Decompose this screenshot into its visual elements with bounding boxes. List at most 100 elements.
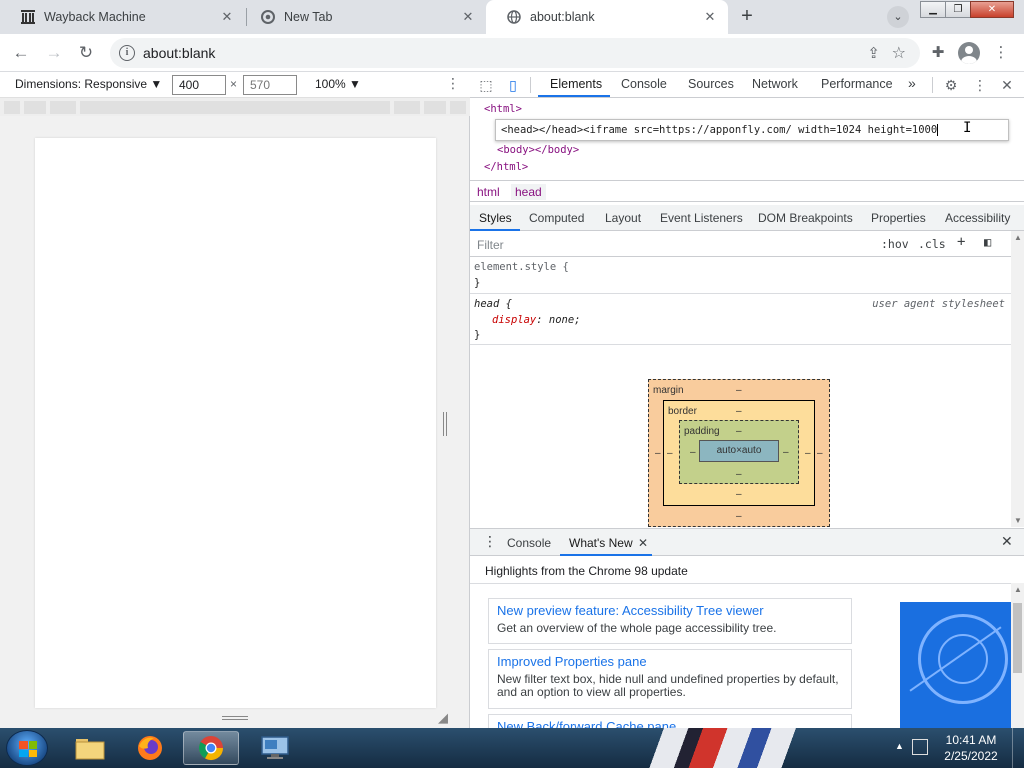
tab-event-listeners[interactable]: Event Listeners (660, 211, 743, 225)
padding-top-value[interactable]: – (736, 426, 742, 437)
media-query-bar[interactable] (0, 98, 470, 116)
resize-height-handle[interactable] (222, 716, 248, 720)
resize-width-handle[interactable] (443, 412, 447, 436)
start-button[interactable] (6, 730, 48, 766)
more-tabs-button[interactable]: » (908, 75, 916, 91)
html-edit-field[interactable]: <head></head><iframe src=https://apponfl… (495, 119, 1009, 141)
rule-property[interactable]: display: none; (492, 314, 581, 326)
margin-top-value[interactable]: – (736, 385, 742, 396)
close-devtools-icon[interactable]: ✕ (998, 76, 1016, 94)
taskbar-remote-desktop[interactable] (247, 731, 303, 765)
tab-properties[interactable]: Properties (871, 211, 926, 225)
show-desktop-button[interactable] (1012, 728, 1024, 768)
share-icon[interactable]: ⇪ (867, 44, 880, 62)
extensions-puzzle-icon[interactable]: ✚ (927, 42, 949, 64)
close-drawer-icon[interactable]: ✕ (1001, 533, 1013, 550)
resize-corner-handle[interactable]: ◢ (438, 710, 448, 726)
device-toolbar-toggle-icon[interactable]: ▯ (504, 76, 522, 94)
chrome-menu-icon[interactable]: ⋮ (990, 42, 1012, 64)
whats-new-card[interactable]: New preview feature: Accessibility Tree … (488, 598, 852, 644)
styles-scrollbar[interactable]: ▲ ▼ (1011, 231, 1024, 527)
whats-new-card[interactable]: Improved Properties pane New filter text… (488, 649, 852, 709)
margin-bottom-value[interactable]: – (736, 511, 742, 522)
settings-gear-icon[interactable]: ⚙ (942, 76, 960, 94)
devtools-more-icon[interactable]: ⋮ (971, 76, 989, 94)
tab-computed[interactable]: Computed (529, 211, 584, 225)
tab-new-tab[interactable]: New Tab ✕ (240, 0, 486, 34)
margin-left-value[interactable]: – (655, 448, 661, 459)
whats-new-card[interactable]: New Back/forward Cache pane (488, 714, 852, 729)
emulated-page[interactable] (35, 138, 436, 708)
tab-sources[interactable]: Sources (688, 77, 734, 91)
tab-styles[interactable]: Styles (479, 211, 512, 225)
address-bar[interactable]: i about:blank ⇪ ☆ (110, 38, 920, 68)
drawer-menu-icon[interactable]: ⋮ (483, 533, 497, 550)
tab-about-blank[interactable]: about:blank ✕ (486, 0, 728, 34)
tab-performance[interactable]: Performance (821, 77, 893, 91)
class-toggle[interactable]: .cls (918, 237, 946, 251)
clock-time[interactable]: 10:41 AM (939, 733, 1003, 747)
close-tab-icon[interactable]: ✕ (702, 9, 718, 25)
drawer-tab-whats-new[interactable]: What's New (569, 536, 633, 550)
network-icon[interactable] (912, 739, 928, 755)
zoom-dropdown[interactable]: 100% ▼ (315, 77, 361, 91)
taskbar-firefox[interactable] (122, 731, 178, 765)
tab-wayback-machine[interactable]: Wayback Machine ✕ (0, 0, 245, 34)
show-hidden-icons-icon[interactable]: ▲ (895, 741, 904, 751)
box-model-content[interactable]: auto×auto (699, 440, 779, 462)
new-style-rule-icon[interactable]: + (957, 234, 965, 250)
dom-html-open[interactable]: <html> (484, 103, 522, 115)
restore-button[interactable]: ❐ (945, 1, 971, 18)
padding-right-value[interactable]: – (783, 447, 789, 458)
scroll-up-icon[interactable]: ▲ (1014, 233, 1022, 242)
tab-console[interactable]: Console (621, 77, 667, 91)
close-window-button[interactable]: ✕ (970, 1, 1014, 18)
profile-avatar[interactable] (958, 42, 980, 64)
dimensions-dropdown[interactable]: Dimensions: Responsive ▼ (15, 77, 162, 91)
breadcrumb-html[interactable]: html (477, 185, 500, 199)
breadcrumb-head[interactable]: head (511, 184, 546, 200)
close-tab-icon[interactable]: ✕ (219, 9, 235, 25)
viewport-height-input[interactable]: 570 (243, 75, 297, 95)
padding-left-value[interactable]: – (690, 447, 696, 458)
close-whats-new-icon[interactable]: ✕ (638, 536, 648, 550)
taskbar-chrome[interactable] (183, 731, 239, 765)
dom-html-close[interactable]: </html> (484, 161, 528, 173)
viewport-width-input[interactable]: 400 (172, 75, 226, 95)
scroll-down-icon[interactable]: ▼ (1014, 516, 1022, 525)
tab-layout[interactable]: Layout (605, 211, 641, 225)
padding-bottom-value[interactable]: – (736, 469, 742, 480)
hover-state-toggle[interactable]: :hov (881, 237, 909, 251)
drawer-tab-console[interactable]: Console (507, 536, 551, 550)
border-top-value[interactable]: – (736, 406, 742, 417)
scroll-up-icon[interactable]: ▲ (1014, 585, 1022, 594)
url-text[interactable]: about:blank (143, 45, 215, 61)
close-tab-icon[interactable]: ✕ (460, 9, 476, 25)
tab-accessibility[interactable]: Accessibility (945, 211, 1010, 225)
rule-selector[interactable]: element.style { (474, 261, 569, 273)
inspect-element-icon[interactable]: ⬚ (477, 76, 495, 94)
bookmark-star-icon[interactable]: ☆ (892, 43, 906, 63)
toggle-sidebar-icon[interactable]: ◧ (984, 235, 991, 249)
clock-date[interactable]: 2/25/2022 (937, 749, 1005, 763)
border-bottom-value[interactable]: – (736, 489, 742, 500)
tab-search-button[interactable]: ⌄ (887, 6, 909, 28)
minimize-button[interactable]: ▁ (920, 1, 946, 18)
tab-network[interactable]: Network (752, 77, 798, 91)
scrollbar-thumb[interactable] (1013, 603, 1022, 673)
forward-button[interactable]: → (42, 41, 66, 65)
margin-right-value[interactable]: – (817, 448, 823, 459)
new-tab-button[interactable]: + (735, 5, 759, 29)
reload-button[interactable]: ↻ (74, 41, 98, 65)
border-right-value[interactable]: – (805, 448, 811, 459)
taskbar-explorer[interactable] (62, 731, 118, 765)
tab-dom-breakpoints[interactable]: DOM Breakpoints (758, 211, 853, 225)
rule-selector[interactable]: head { (474, 298, 512, 310)
back-button[interactable]: ← (9, 41, 33, 65)
device-toolbar-more-icon[interactable]: ⋮ (446, 75, 460, 92)
card-title[interactable]: New preview feature: Accessibility Tree … (497, 603, 843, 618)
site-info-icon[interactable]: i (119, 45, 135, 61)
card-title[interactable]: Improved Properties pane (497, 654, 843, 669)
border-left-value[interactable]: – (667, 448, 673, 459)
dom-body[interactable]: <body></body> (497, 144, 579, 156)
